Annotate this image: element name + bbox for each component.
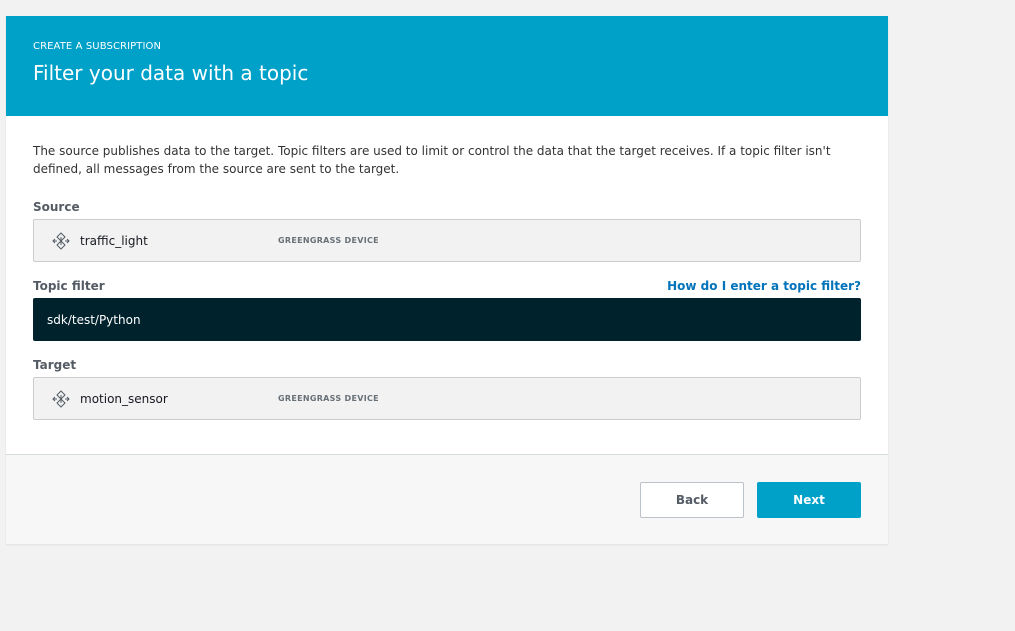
back-button[interactable]: Back <box>640 482 744 518</box>
source-device-name: traffic_light <box>80 233 148 248</box>
page-title: Filter your data with a topic <box>33 61 309 85</box>
create-subscription-card: CREATE A SUBSCRIPTION Filter your data w… <box>6 16 888 544</box>
source-label: Source <box>33 200 80 214</box>
target-device-type: GREENGRASS DEVICE <box>278 394 379 403</box>
wizard-header: CREATE A SUBSCRIPTION Filter your data w… <box>6 16 888 116</box>
wizard-step-eyebrow: CREATE A SUBSCRIPTION <box>33 41 162 52</box>
device-icon <box>51 231 71 251</box>
target-device-name: motion_sensor <box>80 391 168 406</box>
source-device-type: GREENGRASS DEVICE <box>278 236 379 245</box>
wizard-footer: Back Next <box>6 454 888 544</box>
source-device-field[interactable]: traffic_light GREENGRASS DEVICE <box>33 219 861 262</box>
topic-filter-label-row: Topic filter How do I enter a topic filt… <box>33 279 861 293</box>
description-text: The source publishes data to the target.… <box>33 144 831 176</box>
device-icon <box>51 389 71 409</box>
topic-filter-input[interactable]: sdk/test/Python <box>33 298 861 341</box>
target-device-field[interactable]: motion_sensor GREENGRASS DEVICE <box>33 377 861 420</box>
next-button[interactable]: Next <box>757 482 861 518</box>
wizard-body: The source publishes data to the target.… <box>6 116 888 428</box>
topic-filter-label: Topic filter <box>33 279 105 293</box>
target-label: Target <box>33 358 77 372</box>
topic-filter-help-link[interactable]: How do I enter a topic filter? <box>667 279 861 293</box>
